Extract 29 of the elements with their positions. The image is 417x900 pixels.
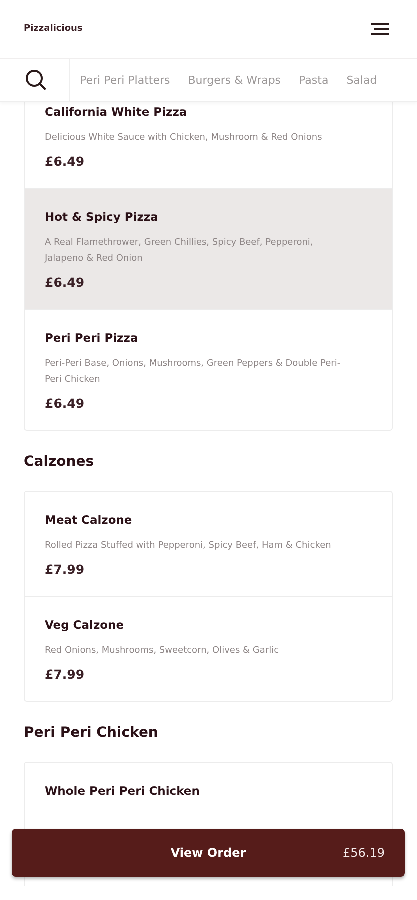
app-title: Pizzalicious xyxy=(24,24,83,34)
item-description: A Real Flamethrower, Green Chillies, Spicy Beef, Pepperoni, Jalapeno & Red Onion xyxy=(45,237,314,266)
item-description: Delicious White Sauce with Chicken, Mushroom & Red Onions xyxy=(45,132,324,145)
item-price: £7.99 xyxy=(45,667,86,682)
order-total: £56.19 xyxy=(343,846,385,860)
button-label: View Order xyxy=(170,846,246,860)
item-name: California White Pizza xyxy=(45,105,188,119)
menu-item[interactable]: Meat Calzone Rolled Pizza Stuffed with Pepperoni, Spicy Beef, Ham & Chicken £7.99 xyxy=(25,492,392,596)
item-description: Peri-Peri Base, Onions, Mushrooms, Green Peppers & Double Peri-Peri Chicken xyxy=(45,358,342,387)
item-price: £7.99 xyxy=(45,562,86,577)
item-description: Red Onions, Mushrooms, Sweetcorn, Olives & Garlic xyxy=(45,645,280,658)
item-name: Meat Calzone xyxy=(45,513,134,527)
section-heading: Peri Peri Chicken xyxy=(24,725,160,741)
item-name: Hot & Spicy Pizza xyxy=(45,210,160,224)
item-price: £6.49 xyxy=(45,275,86,290)
menu-item[interactable]: California White Pizza Delicious White Sauce with Chicken, Mushroom & Red Onions £6.49 xyxy=(25,102,392,188)
menu-item[interactable]: Veg Calzone Red Onions, Mushrooms, Sweetcorn, Olives & Garlic £7.99 xyxy=(25,596,392,701)
item-price: £6.49 xyxy=(45,396,86,411)
view-order-button[interactable]: View Order £56.19 xyxy=(12,829,405,877)
item-name: Whole Peri Peri Chicken xyxy=(45,784,201,798)
menu-item[interactable]: Peri Peri Pizza Peri-Peri Base, Onions, Mushrooms, Green Peppers & Double Peri-Peri Chicken £6.49 xyxy=(25,309,392,430)
menu-item[interactable]: Hot & Spicy Pizza A Real Flamethrower, Green Chillies, Spicy Beef, Pepperoni, Jalapeno & Red Onion £6.49 xyxy=(25,188,392,309)
section-heading: Calzones xyxy=(24,454,96,470)
item-description: Rolled Pizza Stuffed with Pepperoni, Spicy Beef, Ham & Chicken xyxy=(45,540,332,553)
menu-icon[interactable] xyxy=(371,22,389,36)
item-name: Veg Calzone xyxy=(45,618,126,632)
menu-item[interactable]: Whole Peri Peri Chicken xyxy=(25,763,392,806)
item-name: Peri Peri Pizza xyxy=(45,331,140,345)
item-price: £6.49 xyxy=(45,154,86,169)
